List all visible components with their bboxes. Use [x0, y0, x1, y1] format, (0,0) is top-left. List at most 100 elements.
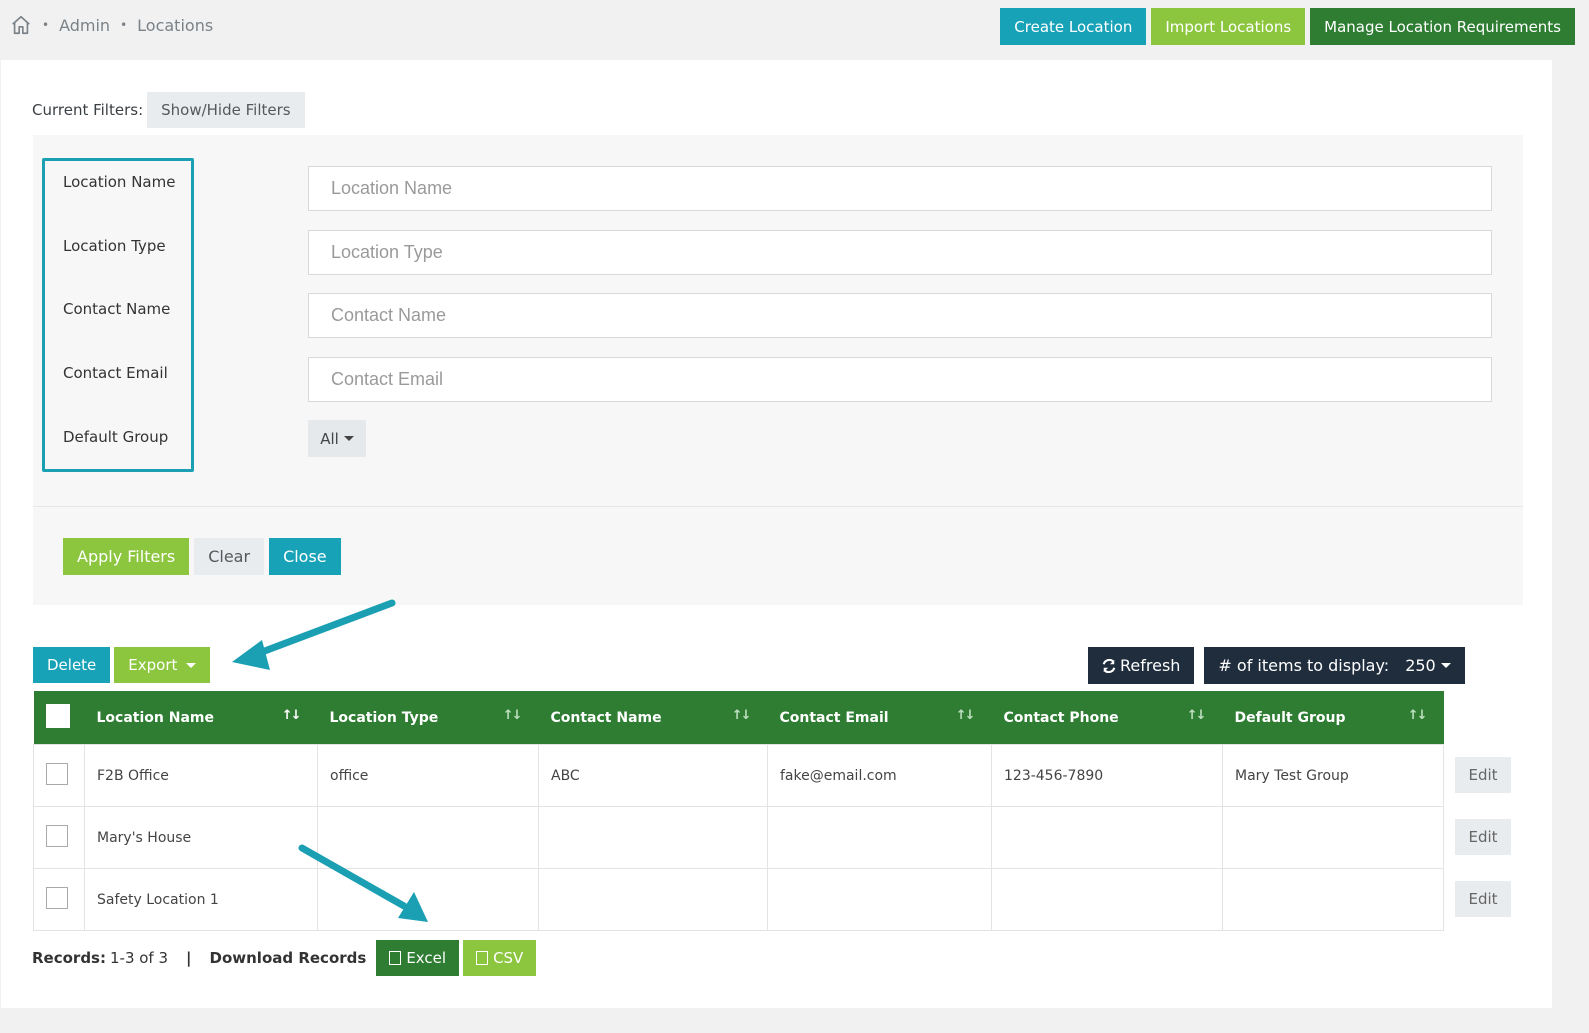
sort-icon[interactable]: ↑↓ [732, 708, 752, 723]
items-to-display-dropdown[interactable]: # of items to display: 250 [1204, 647, 1465, 684]
breadcrumb-separator: • [42, 18, 50, 32]
contact-email-label: Contact Email [63, 364, 168, 382]
delete-button[interactable]: Delete [33, 647, 111, 683]
items-to-display-value: 250 [1405, 656, 1436, 675]
sort-icon[interactable]: ↑↓ [503, 708, 523, 723]
cell-contact-phone [991, 806, 1223, 869]
excel-label: Excel [406, 949, 447, 967]
cell-location-name: Mary's House [84, 806, 318, 869]
locations-table: Location Name ↑↓ Location Type ↑↓ Contact … [33, 691, 1444, 931]
edit-button[interactable]: Edit [1455, 757, 1511, 793]
cell-contact-email [767, 868, 992, 931]
column-header-default-group[interactable]: Default Group ↑↓ [1222, 691, 1444, 745]
select-all-checkbox[interactable] [45, 703, 70, 728]
cell-contact-email [767, 806, 992, 869]
contact-email-input[interactable] [308, 357, 1492, 402]
csv-file-icon [476, 951, 489, 965]
download-csv-button[interactable]: CSV [463, 940, 537, 976]
apply-filters-button[interactable]: Apply Filters [63, 538, 190, 575]
edit-button[interactable]: Edit [1455, 881, 1511, 917]
table-toolbar-right: Refresh # of items to display: 250 [1088, 647, 1465, 684]
column-header-contact-email[interactable]: Contact Email ↑↓ [767, 691, 992, 745]
filter-divider [33, 506, 1523, 507]
close-filters-button[interactable]: Close [269, 538, 341, 575]
cell-default-group [1222, 806, 1444, 869]
cell-location-type: office [317, 744, 539, 807]
table-footer: Records: 1-3 of 3 | Download Records Exc… [32, 940, 537, 976]
cell-location-name: Safety Location 1 [84, 868, 318, 931]
location-name-input[interactable] [308, 166, 1492, 211]
column-header-location-name[interactable]: Location Name ↑↓ [84, 691, 318, 745]
table-header-row: Location Name ↑↓ Location Type ↑↓ Contact … [33, 691, 1444, 745]
manage-location-requirements-button[interactable]: Manage Location Requirements [1310, 8, 1575, 45]
clear-filters-button[interactable]: Clear [194, 538, 265, 575]
location-type-input[interactable] [308, 230, 1492, 275]
location-type-label: Location Type [63, 237, 166, 255]
default-group-label: Default Group [63, 428, 169, 446]
import-locations-button[interactable]: Import Locations [1151, 8, 1306, 45]
breadcrumb-admin[interactable]: Admin [59, 16, 110, 35]
cell-location-type [317, 868, 539, 931]
filter-actions: Apply Filters Clear Close [63, 538, 341, 575]
export-dropdown-button[interactable]: Export [114, 647, 211, 683]
create-location-button[interactable]: Create Location [1000, 8, 1147, 45]
contact-name-label: Contact Name [63, 300, 171, 318]
cell-default-group: Mary Test Group [1222, 744, 1444, 807]
cell-contact-phone [991, 868, 1223, 931]
refresh-icon [1102, 658, 1116, 673]
current-filters: Current Filters: Show/Hide Filters [32, 92, 305, 128]
table-row: Safety Location 1 [33, 868, 1444, 931]
cell-default-group [1222, 868, 1444, 931]
sort-icon[interactable]: ↑↓ [282, 708, 302, 723]
default-group-dropdown[interactable]: All [308, 420, 366, 457]
column-header-label: Location Name [96, 709, 214, 726]
cell-contact-name [538, 806, 768, 869]
default-group-value: All [320, 429, 339, 448]
column-header-label: Default Group [1234, 709, 1346, 726]
download-excel-button[interactable]: Excel [376, 940, 460, 976]
sort-icon[interactable]: ↑↓ [956, 708, 976, 723]
home-icon[interactable] [10, 14, 32, 36]
column-header-label: Contact Email [779, 709, 889, 726]
csv-label: CSV [493, 949, 524, 967]
column-header-location-type[interactable]: Location Type ↑↓ [317, 691, 539, 745]
records-label: Records: [32, 949, 106, 967]
column-header-label: Contact Phone [1003, 709, 1119, 726]
row-checkbox[interactable] [46, 762, 68, 785]
show-hide-filters-button[interactable]: Show/Hide Filters [147, 92, 305, 128]
select-all-cell [33, 691, 85, 745]
column-header-label: Contact Name [550, 709, 662, 726]
location-name-label: Location Name [63, 173, 176, 191]
row-checkbox[interactable] [46, 824, 68, 847]
download-records-label: Download Records [209, 949, 367, 967]
cell-location-type [317, 806, 539, 869]
top-actions: Create Location Import Locations Manage … [1000, 8, 1575, 45]
sort-icon[interactable]: ↑↓ [1187, 708, 1207, 723]
row-checkbox[interactable] [46, 886, 68, 909]
export-label: Export [128, 656, 178, 674]
refresh-label: Refresh [1120, 656, 1181, 675]
cell-contact-email: fake@email.com [767, 744, 992, 807]
refresh-button[interactable]: Refresh [1088, 647, 1195, 684]
row-select-cell [33, 868, 85, 931]
breadcrumb-locations: Locations [137, 15, 214, 35]
caret-down-icon [343, 436, 354, 441]
table-row: F2B Office office ABC fake@email.com 123… [33, 744, 1444, 807]
table-toolbar-left: Delete Export [33, 647, 211, 683]
top-bar: • Admin • Locations Create Location Impo… [0, 0, 1589, 54]
current-filters-label: Current Filters: [32, 101, 144, 119]
row-select-cell [33, 806, 85, 869]
column-header-contact-phone[interactable]: Contact Phone ↑↓ [991, 691, 1223, 745]
cell-contact-phone: 123-456-7890 [991, 744, 1223, 807]
table-row: Mary's House [33, 806, 1444, 869]
edit-button[interactable]: Edit [1455, 819, 1511, 855]
breadcrumb: • Admin • Locations [10, 14, 213, 36]
cell-location-name: F2B Office [84, 744, 318, 807]
caret-down-icon [186, 662, 197, 668]
records-count: 1-3 of 3 [109, 949, 169, 967]
items-to-display-label: # of items to display: [1218, 656, 1390, 675]
sort-icon[interactable]: ↑↓ [1408, 708, 1428, 723]
excel-file-icon [389, 951, 402, 965]
column-header-contact-name[interactable]: Contact Name ↑↓ [538, 691, 768, 745]
contact-name-input[interactable] [308, 293, 1492, 338]
